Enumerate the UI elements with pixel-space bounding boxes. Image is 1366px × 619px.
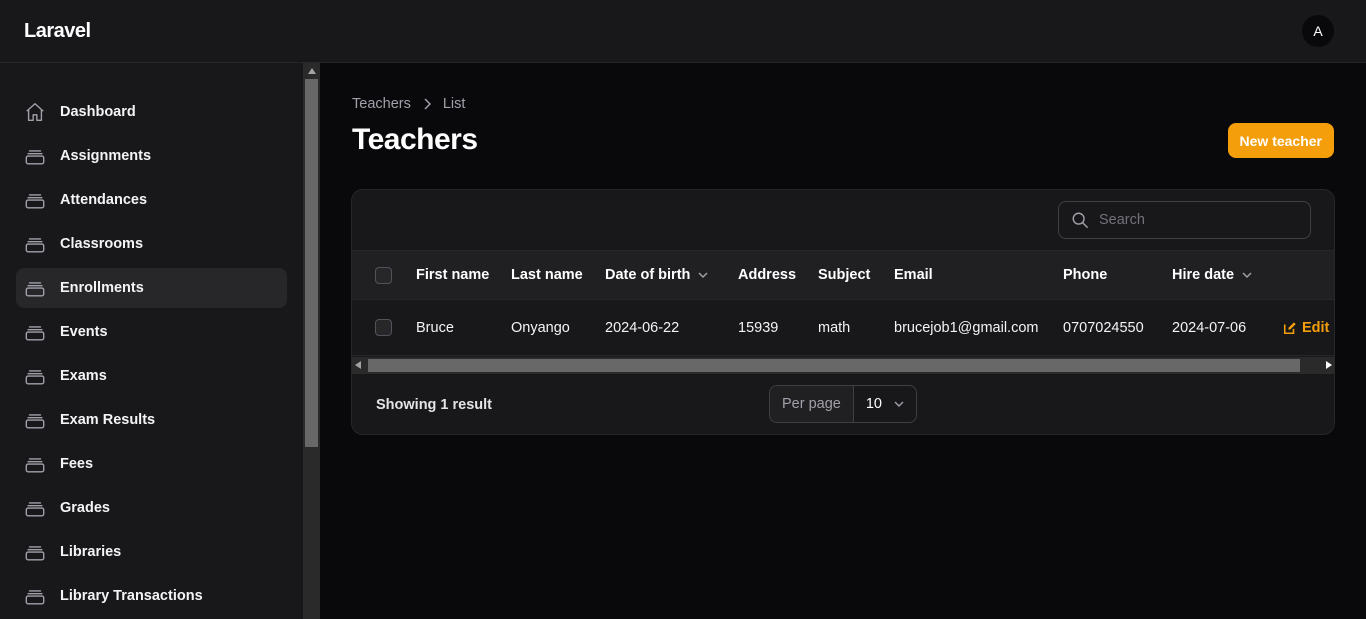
- edit-label: Edit: [1302, 319, 1330, 336]
- sidebar-item-label: Assignments: [60, 148, 152, 164]
- sidebar-item-label: Fees: [60, 456, 94, 472]
- sidebar-item-label: Events: [60, 324, 108, 340]
- sidebar-item-label: Libraries: [60, 544, 122, 560]
- edit-button[interactable]: Edit: [1283, 320, 1329, 336]
- cell-subject: math: [818, 319, 851, 336]
- header-phone: Phone: [1063, 267, 1108, 283]
- sidebar-item-library-transactions[interactable]: Library Transactions: [16, 576, 287, 616]
- header-date-of-birth-label: Date of birth: [605, 267, 691, 283]
- per-page-select[interactable]: 10: [853, 386, 916, 422]
- header-first-name: First name: [416, 267, 490, 283]
- per-page-value: 10: [865, 396, 882, 412]
- cell-date-of-birth: 2024-06-22: [605, 319, 680, 336]
- per-page-label: Per page: [770, 386, 854, 422]
- sidebar-item-enrollments[interactable]: Enrollments: [16, 268, 287, 308]
- stack-icon: [24, 541, 46, 563]
- search-box[interactable]: [1058, 201, 1311, 239]
- chevron-down-icon: [894, 401, 904, 407]
- stack-icon: [24, 453, 46, 475]
- stack-icon: [24, 277, 46, 299]
- sidebar-item-fees[interactable]: Fees: [16, 444, 287, 484]
- sidebar-scrollbar[interactable]: [303, 63, 320, 619]
- breadcrumb-list: List: [442, 96, 466, 112]
- header-subject: Subject: [818, 267, 871, 283]
- header-email: Email: [894, 267, 933, 283]
- cell-phone: 0707024550: [1063, 319, 1144, 336]
- sidebar-item-label: Dashboard: [60, 104, 136, 120]
- sidebar-item-classrooms[interactable]: Classrooms: [16, 224, 287, 264]
- select-all-cell: [375, 251, 392, 299]
- sidebar-item-label: Exams: [60, 368, 107, 384]
- cell-first-name: Bruce: [416, 319, 454, 336]
- sidebar-item-label: Enrollments: [60, 280, 144, 296]
- new-teacher-button[interactable]: New teacher: [1227, 123, 1334, 158]
- edit-action-cell: Edit: [1283, 300, 1329, 355]
- sidebar-item-label: Attendances: [60, 192, 148, 208]
- scroll-left-arrow-icon[interactable]: [355, 361, 361, 369]
- sidebar-nav: Dashboard Assignments Attendances Classroom…: [0, 63, 303, 616]
- stack-icon: [24, 145, 46, 167]
- stack-icon: [24, 233, 46, 255]
- sidebar-item-label: Library Transactions: [60, 588, 203, 604]
- scroll-right-arrow-icon[interactable]: [1326, 361, 1332, 369]
- table-footer: Showing 1 result Per page 10: [352, 375, 1334, 434]
- stack-icon: [24, 585, 46, 607]
- cell-email: brucejob1@gmail.com: [894, 319, 1039, 336]
- home-icon: [24, 101, 46, 123]
- sidebar-item-attendances[interactable]: Attendances: [16, 180, 287, 220]
- header-address: Address: [738, 267, 797, 283]
- sidebar-item-label: Classrooms: [60, 236, 144, 252]
- stack-icon: [24, 365, 46, 387]
- sidebar-item-grades[interactable]: Grades: [16, 488, 287, 528]
- horizontal-scrollbar-thumb[interactable]: [368, 359, 1300, 372]
- sidebar-item-events[interactable]: Events: [16, 312, 287, 352]
- scroll-up-arrow-icon[interactable]: [303, 63, 320, 79]
- chevron-down-icon: [698, 272, 708, 278]
- chevron-down-icon: [1242, 272, 1252, 278]
- table-header: First name Last name Date of birth Addre…: [352, 251, 1334, 300]
- sidebar: Dashboard Assignments Attendances Classroom…: [0, 63, 303, 619]
- table-horizontal-scrollbar[interactable]: [352, 357, 1334, 374]
- header-hire-date[interactable]: Hire date: [1172, 251, 1252, 299]
- chevron-right-icon: [423, 98, 431, 110]
- search-input[interactable]: [1099, 212, 1289, 228]
- stack-icon: [24, 409, 46, 431]
- main-content: Teachers List Teachers New teacher First…: [320, 63, 1366, 619]
- select-all-checkbox[interactable]: [375, 266, 392, 284]
- cell-last-name: Onyango: [511, 319, 570, 336]
- row-select-cell: [375, 300, 392, 355]
- table-toolbar: [352, 190, 1334, 251]
- sidebar-item-label: Exam Results: [60, 412, 156, 428]
- showing-results-text: Showing 1 result: [376, 397, 493, 413]
- sidebar-item-label: Grades: [60, 500, 110, 516]
- brand-logo[interactable]: Laravel: [24, 20, 91, 43]
- header-hire-date-label: Hire date: [1172, 267, 1235, 283]
- header-last-name: Last name: [511, 267, 583, 283]
- user-avatar[interactable]: A: [1302, 15, 1334, 47]
- search-icon: [1072, 212, 1088, 228]
- cell-hire-date: 2024-07-06: [1172, 319, 1247, 336]
- teachers-table-panel: First name Last name Date of birth Addre…: [351, 189, 1335, 435]
- table-row[interactable]: Bruce Onyango 2024-06-22 15939 math bruc…: [352, 300, 1334, 356]
- breadcrumb: Teachers List: [352, 96, 465, 112]
- stack-icon: [24, 497, 46, 519]
- sidebar-item-assignments[interactable]: Assignments: [16, 136, 287, 176]
- stack-icon: [24, 321, 46, 343]
- sidebar-item-exam-results[interactable]: Exam Results: [16, 400, 287, 440]
- scrollbar-thumb[interactable]: [305, 79, 318, 447]
- page-title: Teachers: [352, 123, 478, 156]
- stack-icon: [24, 189, 46, 211]
- row-checkbox[interactable]: [375, 319, 392, 336]
- sidebar-item-libraries[interactable]: Libraries: [16, 532, 287, 572]
- sidebar-item-dashboard[interactable]: Dashboard: [16, 92, 287, 132]
- sidebar-item-exams[interactable]: Exams: [16, 356, 287, 396]
- breadcrumb-teachers[interactable]: Teachers: [352, 96, 411, 112]
- pencil-square-icon: [1283, 321, 1296, 334]
- top-bar: Laravel A: [0, 0, 1366, 63]
- header-date-of-birth[interactable]: Date of birth: [605, 251, 708, 299]
- per-page-control: Per page 10: [769, 385, 917, 423]
- cell-address: 15939: [738, 319, 779, 336]
